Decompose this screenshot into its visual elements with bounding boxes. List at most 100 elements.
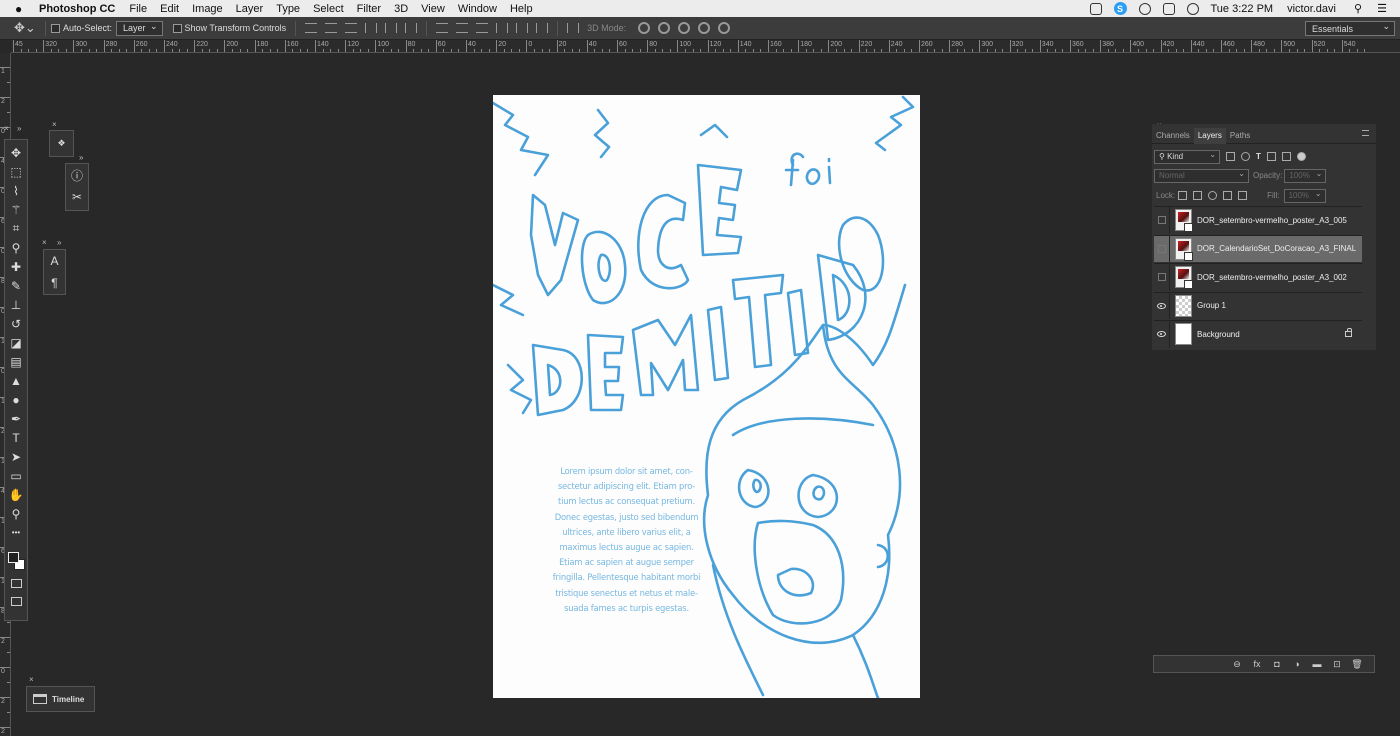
align-right-icon[interactable] [405,23,418,33]
filter-smart-object-icon[interactable] [1281,152,1291,161]
layer-row[interactable]: Background [1154,320,1362,348]
layer-thumbnail[interactable] [1175,294,1192,317]
pen-tool-icon[interactable]: ✒ [5,409,27,428]
align-top-icon[interactable] [305,23,318,33]
menu-select[interactable]: Select [313,3,344,15]
path-selection-tool-icon[interactable]: ➤ [5,447,27,466]
skype-status-icon[interactable]: S [1113,2,1127,15]
rectangle-tool-icon[interactable]: ▭ [5,466,27,485]
libraries-icon[interactable]: ❖ [50,131,73,156]
paragraph-panel-icon[interactable]: ¶ [44,272,65,294]
dropbox-status-icon[interactable] [1089,2,1102,15]
menu-3d[interactable]: 3D [394,3,408,15]
3d-scale-icon[interactable] [718,22,731,34]
distribute-right-icon[interactable] [536,23,549,33]
magic-wand-tool-icon[interactable]: ⚚ [5,200,27,219]
new-adjustment-layer-icon[interactable]: ◑ [1290,659,1304,669]
lock-artboard-icon[interactable] [1223,191,1233,200]
mini-panel-close-icon[interactable]: × [52,121,57,129]
toolbar-collapse-icon[interactable]: » [17,125,21,133]
history-brush-tool-icon[interactable]: ↺ [5,314,27,333]
blend-mode-dropdown[interactable]: Normal [1154,168,1249,183]
fill-field[interactable]: 100% [1283,188,1326,203]
creative-cloud-icon[interactable] [1138,2,1151,15]
canvas-document[interactable]: Lorem ipsum dolor sit amet, con-sectetur… [493,95,920,698]
new-group-icon[interactable]: ▬ [1310,659,1324,669]
link-layers-icon[interactable]: ⊖ [1230,659,1244,670]
type-panels-close-icon[interactable]: × [42,239,47,247]
menubar-clock[interactable]: Tue 3:22 PM [1211,3,1274,15]
lock-image-icon[interactable] [1193,191,1203,200]
marquee-tool-icon[interactable]: ⬚ [5,162,27,181]
layer-name[interactable]: Background [1197,330,1345,339]
layer-visibility-eye-icon[interactable] [1154,320,1170,348]
panel-menu-icon[interactable] [1362,130,1369,136]
show-transform-checkbox[interactable] [172,23,182,33]
3d-roll-icon[interactable] [658,22,671,34]
lock-position-icon[interactable] [1208,191,1218,200]
app-name-menu[interactable]: Photoshop CC [39,3,115,15]
layer-row[interactable]: Group 1 [1154,291,1362,319]
layer-thumbnail[interactable] [1175,237,1193,261]
layer-name[interactable]: DOR_setembro-vermelho_poster_A3_002 [1197,273,1362,282]
filter-adjustment-icon[interactable] [1241,152,1250,161]
lock-all-icon[interactable] [1238,191,1248,200]
clone-stamp-tool-icon[interactable]: ⊥ [5,295,27,314]
lasso-tool-icon[interactable]: ⌇ [5,181,27,200]
distribute-vertical-center-icon[interactable] [456,23,469,33]
timeline-close-icon[interactable]: × [29,676,34,684]
menu-window[interactable]: Window [458,3,497,15]
foreground-color-swatch[interactable] [8,552,19,563]
menubar-user[interactable]: victor.davi [1287,3,1336,15]
layer-visibility-toggle[interactable] [1154,206,1170,234]
layer-name[interactable]: DOR_CalendarioSet_DoCoracao_A3_FINAL [1197,244,1362,253]
type-tool-icon[interactable]: T [5,428,27,447]
toolbar-close-icon[interactable]: × [4,125,9,133]
workspace-switcher[interactable]: Essentials [1305,21,1395,36]
more-tools-icon[interactable]: ••• [5,523,27,542]
3d-slide-icon[interactable] [698,22,711,34]
filter-toggle-icon[interactable] [1296,152,1306,161]
layer-thumbnail[interactable] [1175,209,1193,232]
brush-tool-icon[interactable]: ✎ [5,276,27,295]
quick-mask-icon[interactable] [5,574,27,592]
3d-pan-icon[interactable] [678,22,691,34]
menu-file[interactable]: File [129,3,147,15]
blur-tool-icon[interactable]: ▲ [5,371,27,390]
menu-edit[interactable]: Edit [160,3,179,15]
move-tool-icon[interactable]: ✥ [5,143,27,162]
layer-visibility-eye-icon[interactable] [1154,292,1170,319]
opacity-field[interactable]: 100% [1284,168,1327,183]
add-layer-style-icon[interactable]: fx [1250,659,1264,669]
filter-pixel-icon[interactable] [1226,152,1235,161]
spotlight-search-icon[interactable]: ⚲ [1352,2,1364,15]
auto-select-dropdown[interactable]: Layer [116,20,163,36]
menu-view[interactable]: View [421,3,445,15]
menu-layer[interactable]: Layer [236,3,264,15]
delete-layer-icon[interactable]: 🗑 [1350,659,1364,670]
add-mask-icon[interactable]: ◘ [1270,659,1284,669]
healing-brush-tool-icon[interactable]: ✚ [5,257,27,276]
character-panel-icon[interactable]: A [44,250,65,272]
timeline-panel-button[interactable]: Timeline [26,686,95,712]
move-tool-preset-icon[interactable]: ✥⌄ [14,20,40,36]
tab-layers[interactable]: Layers [1193,127,1226,144]
layer-row[interactable]: DOR_CalendarioSet_DoCoracao_A3_FINAL [1154,234,1362,262]
menu-help[interactable]: Help [510,3,533,15]
eyedropper-tool-icon[interactable]: ⚲ [5,238,27,257]
gradient-tool-icon[interactable]: ▤ [5,352,27,371]
tab-paths[interactable]: Paths [1226,128,1254,144]
tool-presets-icon[interactable]: ✂ [66,186,88,208]
distribute-top-icon[interactable] [436,23,449,33]
3d-rotate-icon[interactable] [638,22,651,34]
eraser-tool-icon[interactable]: ◪ [5,333,27,352]
apple-menu-icon[interactable]: ● [15,2,29,16]
layer-visibility-toggle[interactable] [1154,235,1170,262]
menu-image[interactable]: Image [192,3,223,15]
new-layer-icon[interactable]: ⊡ [1330,659,1344,670]
align-vertical-center-icon[interactable] [325,23,338,33]
distribute-horizontal-center-icon[interactable] [516,23,529,33]
layer-visibility-toggle[interactable] [1154,263,1170,291]
filter-type-icon[interactable]: T [1256,152,1261,161]
menu-type[interactable]: Type [276,3,300,15]
